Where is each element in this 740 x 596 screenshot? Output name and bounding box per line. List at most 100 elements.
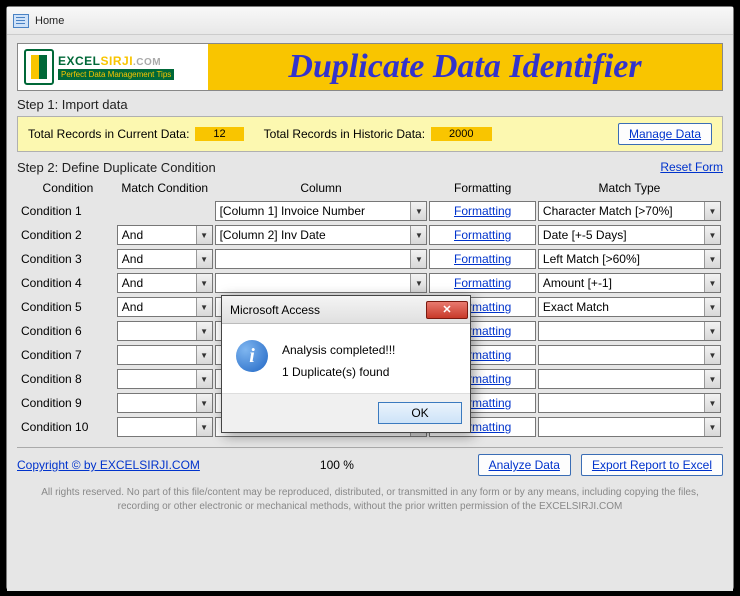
condition-name: Condition 1 — [19, 201, 115, 221]
chevron-down-icon: ▼ — [704, 394, 720, 412]
step2-label: Step 2: Define Duplicate Condition — [17, 160, 216, 175]
step1-box: Total Records in Current Data: 12 Total … — [17, 116, 723, 152]
progress-label: 100 % — [320, 458, 354, 472]
table-row: Condition 1 [Column 1] Invoice Number▼For… — [19, 201, 721, 221]
column-dropdown[interactable]: [Column 2] Inv Date▼ — [215, 225, 428, 245]
match-condition-dropdown[interactable]: ▼ — [117, 393, 213, 413]
chevron-down-icon: ▼ — [704, 346, 720, 364]
reset-form-link[interactable]: Reset Form — [660, 160, 723, 175]
chevron-down-icon: ▼ — [704, 298, 720, 316]
header-column: Column — [215, 181, 428, 197]
table-row: Condition 4And▼▼FormattingAmount [+-1]▼ — [19, 273, 721, 293]
condition-name: Condition 3 — [19, 249, 115, 269]
chevron-down-icon: ▼ — [704, 202, 720, 220]
match-type-dropdown[interactable]: ▼ — [538, 393, 721, 413]
logo-text-top: EXCELSIRJI.COM — [58, 54, 174, 68]
condition-name: Condition 5 — [19, 297, 115, 317]
header-formatting: Formatting — [429, 181, 535, 197]
footer-text: All rights reserved. No part of this fil… — [17, 486, 723, 514]
chevron-down-icon: ▼ — [410, 274, 426, 292]
header-match-type: Match Type — [538, 181, 721, 197]
chevron-down-icon: ▼ — [410, 202, 426, 220]
formatting-button[interactable]: Formatting — [429, 249, 535, 269]
match-condition-dropdown[interactable]: ▼ — [117, 321, 213, 341]
column-dropdown[interactable]: [Column 1] Invoice Number▼ — [215, 201, 428, 221]
chevron-down-icon: ▼ — [196, 274, 212, 292]
chevron-down-icon: ▼ — [704, 250, 720, 268]
copyright-link[interactable]: Copyright © by EXCELSIRJI.COM — [17, 458, 200, 472]
match-type-dropdown[interactable]: ▼ — [538, 417, 721, 437]
chevron-down-icon: ▼ — [196, 346, 212, 364]
match-type-dropdown[interactable]: Exact Match▼ — [538, 297, 721, 317]
chevron-down-icon: ▼ — [196, 394, 212, 412]
window-title: Home — [35, 15, 64, 27]
chevron-down-icon: ▼ — [196, 322, 212, 340]
step1-label: Step 1: Import data — [17, 97, 723, 112]
match-type-dropdown[interactable]: ▼ — [538, 345, 721, 365]
condition-name: Condition 2 — [19, 225, 115, 245]
match-condition-dropdown[interactable]: And▼ — [117, 249, 213, 269]
window: Home EXCELSIRJI.COM Perfect Data Managem… — [6, 6, 734, 590]
match-condition-dropdown[interactable]: And▼ — [117, 273, 213, 293]
close-icon: ✕ — [442, 303, 451, 316]
match-condition-dropdown[interactable]: ▼ — [117, 417, 213, 437]
match-type-dropdown[interactable]: Amount [+-1]▼ — [538, 273, 721, 293]
bottom-bar: Copyright © by EXCELSIRJI.COM 100 % Anal… — [17, 447, 723, 476]
historic-records-value: 2000 — [431, 127, 491, 141]
current-records-value: 12 — [195, 127, 243, 141]
chevron-down-icon: ▼ — [410, 250, 426, 268]
banner: EXCELSIRJI.COM Perfect Data Management T… — [17, 43, 723, 91]
formatting-button[interactable]: Formatting — [429, 201, 535, 221]
window-content: EXCELSIRJI.COM Perfect Data Management T… — [7, 35, 733, 591]
info-icon: i — [236, 340, 268, 372]
chevron-down-icon: ▼ — [704, 274, 720, 292]
condition-name: Condition 9 — [19, 393, 115, 413]
dialog-titlebar: Microsoft Access ✕ — [222, 296, 470, 324]
analyze-data-button[interactable]: Analyze Data — [478, 454, 571, 476]
chevron-down-icon: ▼ — [196, 298, 212, 316]
column-dropdown[interactable]: ▼ — [215, 249, 428, 269]
match-type-dropdown[interactable]: Date [+-5 Days]▼ — [538, 225, 721, 245]
chevron-down-icon: ▼ — [704, 322, 720, 340]
match-condition-dropdown[interactable]: And▼ — [117, 225, 213, 245]
chevron-down-icon: ▼ — [704, 370, 720, 388]
match-condition-dropdown[interactable]: ▼ — [117, 345, 213, 365]
formatting-button[interactable]: Formatting — [429, 225, 535, 245]
logo: EXCELSIRJI.COM Perfect Data Management T… — [18, 44, 208, 90]
condition-name: Condition 4 — [19, 273, 115, 293]
match-type-dropdown[interactable]: ▼ — [538, 321, 721, 341]
chevron-down-icon: ▼ — [196, 370, 212, 388]
match-type-dropdown[interactable]: Character Match [>70%]▼ — [538, 201, 721, 221]
formatting-button[interactable]: Formatting — [429, 273, 535, 293]
condition-name: Condition 6 — [19, 321, 115, 341]
match-type-dropdown[interactable]: Left Match [>60%]▼ — [538, 249, 721, 269]
export-report-button[interactable]: Export Report to Excel — [581, 454, 723, 476]
chevron-down-icon: ▼ — [196, 226, 212, 244]
table-row: Condition 3And▼▼FormattingLeft Match [>6… — [19, 249, 721, 269]
chevron-down-icon: ▼ — [704, 418, 720, 436]
logo-text-sub: Perfect Data Management Tips — [58, 69, 174, 80]
dialog-message: Analysis completed!!! 1 Duplicate(s) fou… — [282, 340, 395, 383]
banner-title: Duplicate Data Identifier — [208, 48, 722, 86]
dialog-ok-button[interactable]: OK — [378, 402, 462, 424]
logo-icon — [24, 49, 54, 85]
chevron-down-icon: ▼ — [704, 226, 720, 244]
match-condition-dropdown[interactable]: And▼ — [117, 297, 213, 317]
match-type-dropdown[interactable]: ▼ — [538, 369, 721, 389]
match-condition-dropdown[interactable]: ▼ — [117, 369, 213, 389]
table-row: Condition 2And▼[Column 2] Inv Date▼Forma… — [19, 225, 721, 245]
condition-name: Condition 7 — [19, 345, 115, 365]
dialog-title: Microsoft Access — [230, 303, 320, 317]
chevron-down-icon: ▼ — [410, 226, 426, 244]
manage-data-button[interactable]: Manage Data — [618, 123, 712, 145]
chevron-down-icon: ▼ — [196, 418, 212, 436]
historic-records-label: Total Records in Historic Data: — [264, 127, 425, 141]
condition-name: Condition 8 — [19, 369, 115, 389]
column-dropdown[interactable]: ▼ — [215, 273, 428, 293]
chevron-down-icon: ▼ — [196, 250, 212, 268]
current-records-label: Total Records in Current Data: — [28, 127, 189, 141]
condition-name: Condition 10 — [19, 417, 115, 437]
header-match-condition: Match Condition — [117, 181, 213, 197]
window-titlebar: Home — [7, 7, 733, 35]
dialog-close-button[interactable]: ✕ — [426, 301, 468, 319]
